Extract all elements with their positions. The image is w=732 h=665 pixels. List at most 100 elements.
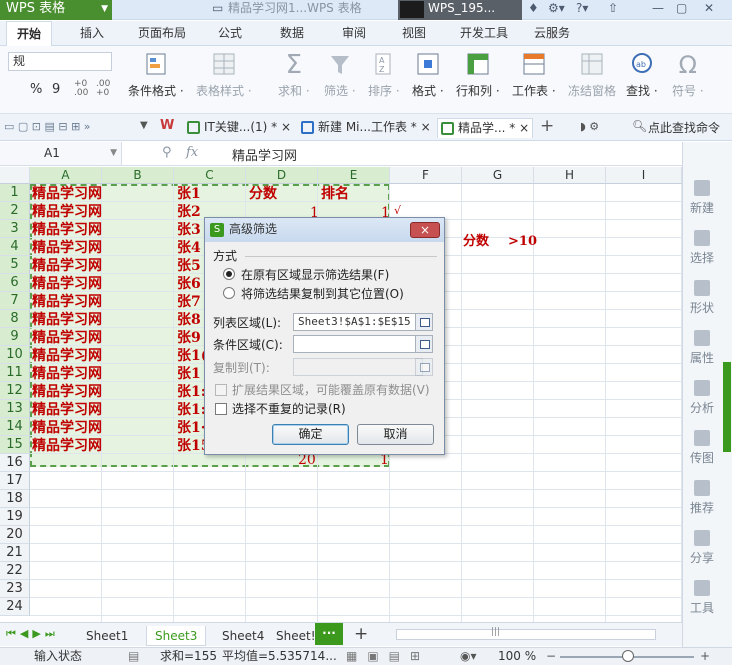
fx-icon[interactable]: fx	[186, 145, 198, 160]
radio-copy-elsewhere[interactable]	[223, 287, 235, 299]
chevron-down-icon[interactable]: ▼	[140, 120, 148, 131]
row-header-5[interactable]: 5	[0, 256, 30, 274]
panel-item-shape[interactable]: 形状	[683, 280, 721, 316]
sheet-tab-sheet1[interactable]: Sheet1	[86, 626, 128, 646]
close-icon[interactable]: ×	[281, 120, 291, 134]
tab-developer[interactable]: 开发工具	[460, 21, 508, 46]
status-icon[interactable]: ▤	[128, 648, 139, 665]
zoom-in-button[interactable]: +	[700, 648, 710, 665]
rows-columns-button[interactable]: 行和列 ·	[456, 50, 500, 99]
minimize-icon[interactable]: —	[652, 0, 664, 16]
radio-show-in-place-label[interactable]: 在原有区域显示筛选结果(F)	[241, 268, 389, 282]
criteria-label-cell[interactable]: 分数	[463, 233, 489, 251]
cancel-button[interactable]: 取消	[357, 424, 434, 445]
cell-a8[interactable]: 精品学习网	[32, 311, 102, 329]
row-header-7[interactable]: 7	[0, 292, 30, 310]
find-button[interactable]: ab 查找 ·	[626, 50, 658, 99]
more-sheets-button[interactable]: ···	[315, 623, 343, 645]
row-header-9[interactable]: 9	[0, 328, 30, 346]
row-header-8[interactable]: 8	[0, 310, 30, 328]
format-button[interactable]: 格式 ·	[412, 50, 444, 99]
panel-item-tools[interactable]: 工具	[683, 580, 721, 616]
row-header-6[interactable]: 6	[0, 274, 30, 292]
doc-tab-3[interactable]: 精品学... * ×	[437, 118, 533, 138]
tab-data[interactable]: 数据	[280, 21, 304, 46]
app-menu-button[interactable]: WPS 表格 ▼	[0, 0, 112, 20]
cell-c12[interactable]: 张1:	[177, 383, 205, 401]
radio-copy-elsewhere-label[interactable]: 将筛选结果复制到其它位置(O)	[241, 287, 404, 301]
column-header-a[interactable]: A	[30, 167, 102, 184]
cell-c10[interactable]: 张1(	[177, 347, 205, 365]
row-header-21[interactable]: 21	[0, 544, 30, 562]
cell-a6[interactable]: 精品学习网	[32, 275, 102, 293]
row-header-16[interactable]: 16	[0, 454, 30, 472]
row-header-13[interactable]: 13	[0, 400, 30, 418]
freeze-panes-button[interactable]: 冻结窗格	[568, 50, 616, 99]
row-header-3[interactable]: 3	[0, 220, 30, 238]
cell-a7[interactable]: 精品学习网	[32, 293, 102, 311]
help-icon[interactable]: ?▾	[576, 0, 588, 16]
worksheet-button[interactable]: 工作表 ·	[512, 50, 556, 99]
panel-item-share[interactable]: 分享	[683, 530, 721, 566]
panel-collapse-handle[interactable]	[723, 362, 731, 452]
zoom-out-button[interactable]: −	[546, 648, 556, 665]
cell-c8[interactable]: 张8	[177, 311, 205, 329]
cell-c11[interactable]: 张1	[177, 365, 205, 383]
row-header-19[interactable]: 19	[0, 508, 30, 526]
column-header-i[interactable]: I	[606, 167, 682, 184]
conditional-format-button[interactable]: 条件格式 ·	[128, 50, 184, 99]
cell-a14[interactable]: 精品学习网	[32, 419, 102, 437]
table-style-button[interactable]: 表格样式 ·	[196, 50, 252, 99]
zoom-icon[interactable]: ⚲	[162, 145, 172, 160]
cell-a9[interactable]: 精品学习网	[32, 329, 102, 347]
search-icon[interactable]: 🔍︎	[632, 119, 647, 133]
criteria-value-cell[interactable]: >10	[508, 233, 537, 251]
row-header-14[interactable]: 14	[0, 418, 30, 436]
cell-a13[interactable]: 精品学习网	[32, 401, 102, 419]
radio-show-in-place[interactable]	[223, 268, 235, 280]
zoom-slider[interactable]	[560, 650, 694, 662]
name-box[interactable]: A1 ▼	[0, 142, 122, 165]
cell-a1[interactable]: 精品学习网	[32, 185, 102, 203]
tab-home[interactable]: 开始	[6, 21, 53, 46]
cell-d1[interactable]: 分数	[249, 185, 277, 203]
range-picker-icon[interactable]	[415, 313, 433, 331]
close-icon[interactable]: ✕	[704, 0, 714, 16]
criteria-range-input[interactable]	[293, 335, 423, 353]
extend-results-checkbox[interactable]	[215, 384, 227, 396]
cell-a12[interactable]: 精品学习网	[32, 383, 102, 401]
filter-button[interactable]: 筛选 ·	[324, 50, 356, 99]
tab-page-layout[interactable]: 页面布局	[138, 21, 186, 46]
cell-c1[interactable]: 张1	[177, 185, 201, 203]
restore-icon[interactable]: ▢	[676, 0, 687, 16]
horizontal-scrollbar[interactable]: |||	[396, 627, 656, 640]
formula-input[interactable]: 精品学习网	[232, 145, 297, 164]
column-header-b[interactable]: B	[102, 167, 174, 184]
tab-insert[interactable]: 插入	[80, 21, 104, 46]
range-picker-icon[interactable]	[415, 335, 433, 353]
row-header-4[interactable]: 4	[0, 238, 30, 256]
panel-item-analysis[interactable]: 分析	[683, 380, 721, 416]
view-mode-icons[interactable]: ▦▣▤⊞	[346, 648, 430, 665]
row-header-15[interactable]: 15	[0, 436, 30, 454]
tab-review[interactable]: 审阅	[342, 21, 366, 46]
sum-button[interactable]: Σ 求和 ·	[278, 50, 310, 99]
cell-c13[interactable]: 张1:	[177, 401, 205, 419]
account-button[interactable]: WPS_195...	[398, 0, 522, 20]
eye-protect-icon[interactable]: ◉▾	[460, 648, 477, 665]
cell-c4[interactable]: 张4	[177, 239, 205, 257]
cell-a2[interactable]: 精品学习网	[32, 203, 102, 221]
cell-c6[interactable]: 张6	[177, 275, 205, 293]
row-header-10[interactable]: 10	[0, 346, 30, 364]
cell-e1[interactable]: 排名	[321, 185, 349, 203]
comma-button[interactable]: 9	[52, 82, 60, 97]
column-header-d[interactable]: D	[246, 167, 318, 184]
zoom-slider-thumb[interactable]	[622, 650, 634, 662]
panel-item-new[interactable]: 新建	[683, 180, 721, 216]
column-header-g[interactable]: G	[462, 167, 534, 184]
quick-access-icons[interactable]: ▭ ▢ ⊡ ▤ ⊟ ⊞ »	[4, 120, 91, 133]
row-header-24[interactable]: 24	[0, 598, 30, 616]
cell-c15[interactable]: 张15	[177, 437, 205, 455]
sheet-tab-sheet3[interactable]: Sheet3	[146, 626, 207, 646]
upload-icon[interactable]: ⇧	[608, 0, 618, 16]
